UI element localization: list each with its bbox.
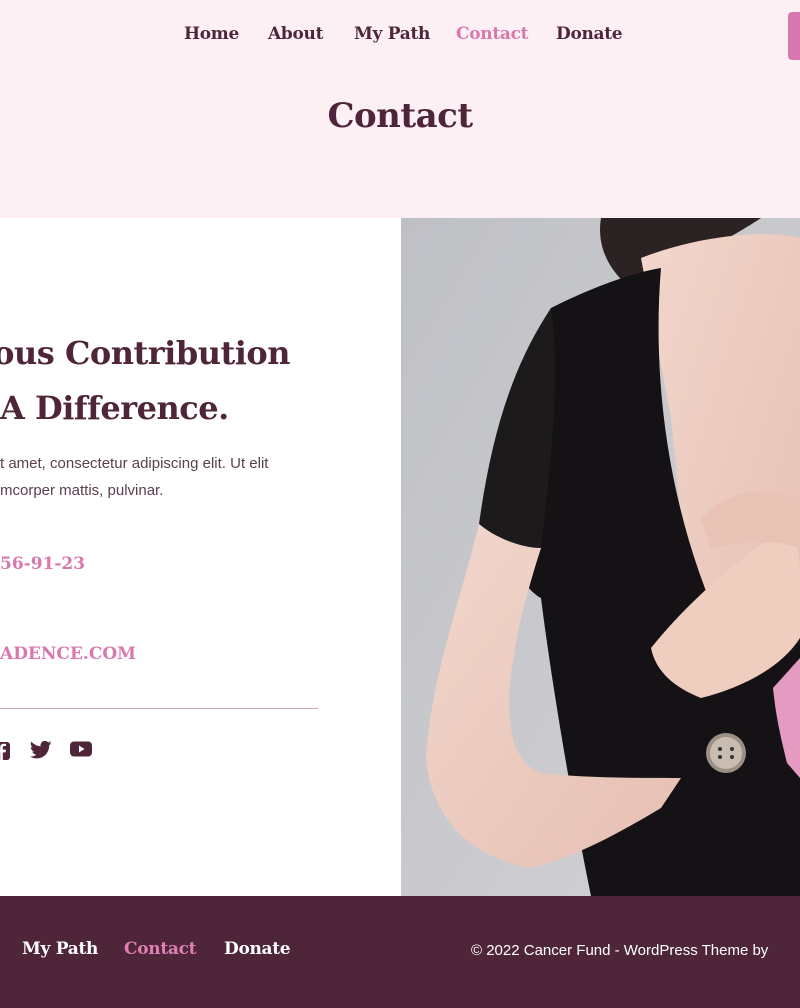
nav-link-home[interactable]: Home [184,24,239,44]
footer-copyright: © 2022 Cancer Fund - WordPress Theme by [471,942,769,959]
site-footer: My Path Contact Donate © 2022 Cancer Fun… [0,896,800,1008]
header-cta-button[interactable] [788,12,800,60]
footer-link-donate[interactable]: Donate [224,939,291,959]
footer-link-contact[interactable]: Contact [124,939,197,959]
phone-link[interactable]: 56-91-23 [0,554,85,574]
nav-link-contact[interactable]: Contact [456,24,529,44]
email-link[interactable]: ADENCE.COM [0,644,136,664]
description-line-1: t amet, consectetur adipiscing elit. Ut … [0,455,269,472]
facebook-icon[interactable] [0,740,10,764]
contact-photo [401,218,800,896]
nav-link-my-path[interactable]: My Path [354,24,430,44]
twitter-icon[interactable] [30,740,52,764]
nav-link-donate[interactable]: Donate [556,24,623,44]
divider [0,708,318,709]
headline-line-2: A Difference. [0,389,229,427]
nav-link-about[interactable]: About [268,24,323,44]
footer-link-my-path[interactable]: My Path [22,939,98,959]
youtube-icon[interactable] [70,740,92,764]
contact-description: t amet, consectetur adipiscing elit. Ut … [0,450,330,504]
contact-info-panel: erous Contribution A Difference. t amet,… [0,218,401,896]
page-title: Contact [327,96,473,136]
site-header: Home About My Path Contact Donate Contac… [0,0,800,218]
contact-section: erous Contribution A Difference. t amet,… [0,218,800,896]
description-line-2: mcorper mattis, pulvinar. [0,482,164,499]
headline-line-1: erous Contribution [0,334,291,372]
main-nav: Home About My Path Contact Donate [0,24,800,50]
